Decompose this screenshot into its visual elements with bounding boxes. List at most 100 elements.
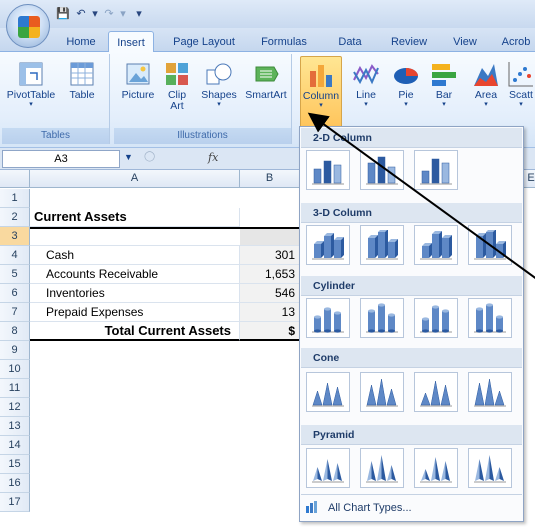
3d-column-chart-option-2[interactable]	[360, 225, 404, 265]
row-header-14[interactable]: 14	[0, 436, 30, 455]
smartart-label: SmartArt	[245, 89, 287, 101]
row-header-2[interactable]: 2	[0, 208, 30, 227]
cell-a4[interactable]: Cash	[30, 246, 240, 265]
illustrations-group: Picture Clip Art Shapes ▾ SmartArt Illus…	[114, 54, 292, 144]
all-chart-types-link[interactable]: All Chart Types...	[306, 498, 412, 518]
row-header-7[interactable]: 7	[0, 303, 30, 322]
redo-icon[interactable]: ↷	[102, 7, 116, 21]
cell-b6[interactable]: 546	[240, 284, 300, 303]
tab-page-layout[interactable]: Page Layout	[164, 34, 244, 52]
3d-column-chart-option-1[interactable]	[306, 225, 350, 265]
column-header-e[interactable]: E	[524, 170, 535, 188]
row-header-13[interactable]: 13	[0, 417, 30, 436]
row-header-10[interactable]: 10	[0, 360, 30, 379]
cone-chart-option-2[interactable]	[360, 372, 404, 412]
pie-chart-button[interactable]: Pie ▾	[388, 56, 424, 109]
row-header-17[interactable]: 17	[0, 493, 30, 512]
picture-button[interactable]: Picture	[118, 56, 158, 101]
column-label: Column	[302, 90, 340, 102]
row-header-16[interactable]: 16	[0, 474, 30, 493]
line-chart-icon	[352, 60, 380, 88]
tab-review[interactable]: Review	[384, 34, 434, 52]
table-icon	[68, 60, 96, 88]
select-all-corner[interactable]	[0, 170, 30, 188]
row-header-11[interactable]: 11	[0, 379, 30, 398]
cell-a2[interactable]: Current Assets	[30, 208, 240, 227]
section-cylinder: Cylinder	[301, 276, 522, 296]
office-logo-icon	[18, 16, 40, 38]
shapes-button[interactable]: Shapes ▾	[198, 56, 240, 109]
chevron-down-icon: ▾	[404, 101, 408, 108]
bar-chart-button[interactable]: Bar ▾	[426, 56, 462, 109]
row-header-8[interactable]: 8	[0, 322, 30, 341]
3d-column-chart-option-4[interactable]	[468, 225, 512, 265]
redo-dropdown-icon[interactable]: ▾	[116, 7, 130, 21]
line-label: Line	[356, 89, 376, 101]
name-box-dropdown-icon[interactable]: ▼	[124, 152, 133, 162]
tab-home[interactable]: Home	[60, 34, 102, 52]
save-icon[interactable]: 💾	[56, 7, 70, 21]
tab-insert[interactable]: Insert	[108, 31, 154, 53]
tab-data[interactable]: Data	[330, 34, 370, 52]
cone-chart-option-1[interactable]	[306, 372, 350, 412]
undo-dropdown-icon[interactable]: ▾	[88, 7, 102, 21]
cylinder-chart-option-4[interactable]	[468, 298, 512, 338]
cell-a3[interactable]	[30, 227, 240, 246]
pyramid-chart-option-4[interactable]	[468, 448, 512, 488]
tab-acrobat[interactable]: Acrob	[496, 34, 535, 52]
pyramid-chart-option-3[interactable]	[414, 448, 458, 488]
pivottable-button[interactable]: PivotTable ▾	[6, 56, 56, 109]
ribbon-tabs: Home Insert Page Layout Formulas Data Re…	[0, 28, 535, 53]
cell-b7[interactable]: 13	[240, 303, 300, 322]
pyramid-chart-option-1[interactable]	[306, 448, 350, 488]
table-button[interactable]: Table	[62, 56, 102, 101]
scatter-chart-button[interactable]: Scatt ▾	[506, 56, 535, 109]
fx-icon[interactable]: fx	[208, 151, 218, 164]
pyramid-chart-option-2[interactable]	[360, 448, 404, 488]
customize-quick-access-icon[interactable]: ▾	[132, 7, 146, 21]
clip-art-button[interactable]: Clip Art	[160, 56, 194, 112]
name-box[interactable]: A3	[2, 150, 120, 168]
cell-b5[interactable]: 1,653	[240, 265, 300, 284]
column-header-a[interactable]: A	[30, 170, 240, 188]
tab-view[interactable]: View	[446, 34, 484, 52]
tab-formulas[interactable]: Formulas	[254, 34, 314, 52]
cell-a8[interactable]: Total Current Assets	[30, 322, 240, 341]
cell-b3[interactable]	[240, 227, 300, 246]
column-header-b[interactable]: B	[240, 170, 300, 188]
cell-a6[interactable]: Inventories	[30, 284, 240, 303]
row-header-6[interactable]: 6	[0, 284, 30, 303]
title-bar: 💾 ↶ ▾ ↷ ▾ ▾	[0, 0, 535, 28]
smartart-button[interactable]: SmartArt	[242, 56, 290, 101]
column-chart-button[interactable]: Column ▾	[300, 56, 342, 128]
row-header-15[interactable]: 15	[0, 455, 30, 474]
line-chart-button[interactable]: Line ▾	[348, 56, 384, 109]
row-header-12[interactable]: 12	[0, 398, 30, 417]
cone-chart-option-4[interactable]	[468, 372, 512, 412]
area-chart-button[interactable]: Area ▾	[468, 56, 504, 109]
row-header-9[interactable]: 9	[0, 341, 30, 360]
cell-b4[interactable]: 301	[240, 246, 300, 265]
cell-b8[interactable]: $	[240, 322, 300, 341]
cylinder-chart-option-1[interactable]	[306, 298, 350, 338]
cylinder-chart-option-2[interactable]	[360, 298, 404, 338]
cell-a5[interactable]: Accounts Receivable	[30, 265, 240, 284]
shapes-label: Shapes	[201, 89, 237, 101]
row-header-5[interactable]: 5	[0, 265, 30, 284]
3d-column-chart-option-3[interactable]	[414, 225, 458, 265]
bar-label: Bar	[435, 89, 453, 101]
2d-column-chart-option-1[interactable]	[306, 150, 350, 190]
chevron-down-icon: ▾	[29, 101, 33, 108]
2d-column-chart-option-2[interactable]	[360, 150, 404, 190]
pivottable-icon	[17, 60, 45, 88]
row-header-1[interactable]: 1	[0, 189, 30, 208]
cell-a7[interactable]: Prepaid Expenses	[30, 303, 240, 322]
office-button[interactable]	[6, 4, 50, 48]
cone-chart-option-3[interactable]	[414, 372, 458, 412]
2d-column-chart-option-3[interactable]	[414, 150, 458, 190]
row-header-4[interactable]: 4	[0, 246, 30, 265]
cylinder-chart-option-3[interactable]	[414, 298, 458, 338]
picture-label: Picture	[121, 89, 155, 101]
undo-icon[interactable]: ↶	[74, 7, 88, 21]
row-header-3[interactable]: 3	[0, 227, 30, 246]
